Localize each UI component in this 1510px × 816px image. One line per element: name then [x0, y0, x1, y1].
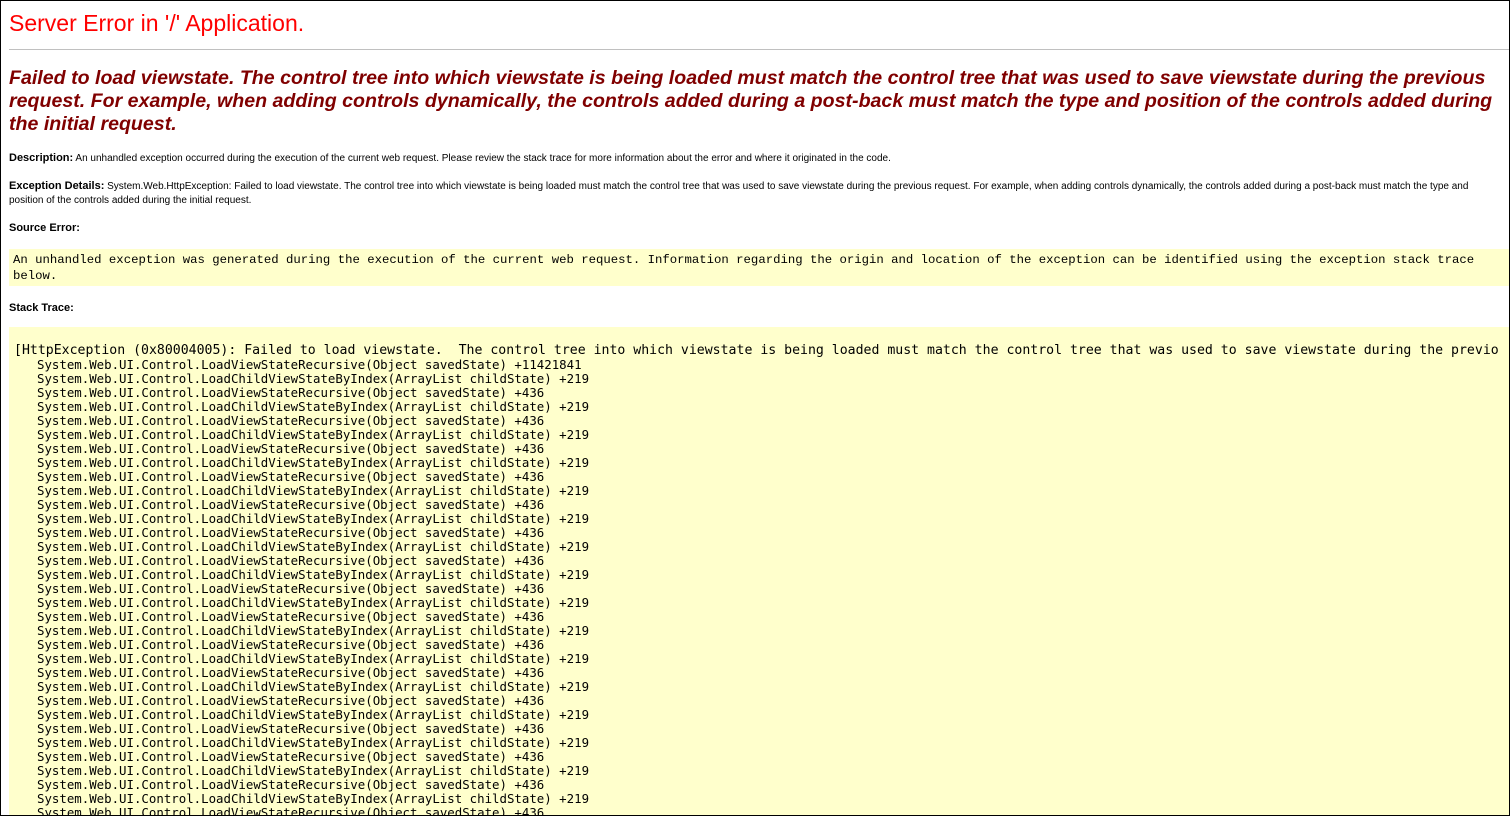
stack-trace-line: System.Web.UI.Control.LoadChildViewState…: [37, 427, 590, 442]
stack-trace-line: System.Web.UI.Control.LoadViewStateRecur…: [37, 525, 545, 540]
source-error-box: An unhandled exception was generated dur…: [9, 249, 1509, 286]
stack-trace-line: System.Web.UI.Control.LoadViewStateRecur…: [37, 777, 545, 792]
stack-trace-lines: System.Web.UI.Control.LoadViewStateRecur…: [37, 357, 590, 816]
browser-viewport: Server Error in '/' Application. Failed …: [0, 0, 1510, 816]
stack-trace-line: System.Web.UI.Control.LoadViewStateRecur…: [37, 413, 545, 428]
stack-trace-line: System.Web.UI.Control.LoadChildViewState…: [37, 735, 590, 750]
stack-trace-label: Stack Trace:: [9, 302, 74, 314]
source-error-label: Source Error:: [9, 222, 80, 234]
stack-trace-line: System.Web.UI.Control.LoadChildViewState…: [37, 511, 590, 526]
stack-trace-line: System.Web.UI.Control.LoadViewStateRecur…: [37, 497, 545, 512]
stack-trace-line: System.Web.UI.Control.LoadViewStateRecur…: [37, 553, 545, 568]
header-divider: [9, 49, 1509, 50]
stack-trace-line: System.Web.UI.Control.LoadChildViewState…: [37, 483, 590, 498]
stack-trace-line: System.Web.UI.Control.LoadChildViewState…: [37, 539, 590, 554]
stack-trace-line: System.Web.UI.Control.LoadViewStateRecur…: [37, 609, 545, 624]
stack-trace-line: System.Web.UI.Control.LoadViewStateRecur…: [37, 385, 545, 400]
exception-details-text: System.Web.HttpException: Failed to load…: [9, 181, 1469, 206]
stack-trace-line: System.Web.UI.Control.LoadViewStateRecur…: [37, 721, 545, 736]
stack-trace-line: System.Web.UI.Control.LoadChildViewState…: [37, 707, 590, 722]
error-page: Server Error in '/' Application. Failed …: [9, 1, 1509, 815]
stack-trace-line: System.Web.UI.Control.LoadChildViewState…: [37, 679, 590, 694]
source-error-section: Source Error:: [9, 221, 1505, 236]
error-message: Failed to load viewstate. The control tr…: [9, 67, 1493, 135]
stack-trace-line: System.Web.UI.Control.LoadChildViewState…: [37, 371, 590, 386]
stack-trace-section: Stack Trace:: [9, 301, 1505, 316]
description-section: Description: An unhandled exception occu…: [9, 151, 1505, 166]
stack-trace-line: System.Web.UI.Control.LoadViewStateRecur…: [37, 693, 545, 708]
source-error-text: An unhandled exception was generated dur…: [13, 253, 1482, 283]
stack-trace-line: System.Web.UI.Control.LoadViewStateRecur…: [37, 749, 545, 764]
stack-trace-line: System.Web.UI.Control.LoadChildViewState…: [37, 595, 590, 610]
page-title: Server Error in '/' Application.: [9, 10, 305, 36]
stack-trace-line: System.Web.UI.Control.LoadViewStateRecur…: [37, 357, 582, 372]
stack-trace-box: [HttpException (0x80004005): Failed to l…: [9, 327, 1509, 815]
stack-trace-line: System.Web.UI.Control.LoadChildViewState…: [37, 455, 590, 470]
stack-trace-line: System.Web.UI.Control.LoadViewStateRecur…: [37, 637, 545, 652]
stack-trace-line: System.Web.UI.Control.LoadViewStateRecur…: [37, 441, 545, 456]
stack-trace-line: System.Web.UI.Control.LoadViewStateRecur…: [37, 581, 545, 596]
stack-trace-header-line: [HttpException (0x80004005): Failed to l…: [14, 343, 1499, 358]
stack-trace-line: System.Web.UI.Control.LoadChildViewState…: [37, 623, 590, 638]
exception-details-label: Exception Details:: [9, 180, 105, 192]
stack-trace-line: System.Web.UI.Control.LoadViewStateRecur…: [37, 665, 545, 680]
stack-trace-line: System.Web.UI.Control.LoadViewStateRecur…: [37, 805, 545, 816]
description-label: Description:: [9, 152, 74, 164]
exception-details-section: Exception Details: System.Web.HttpExcept…: [9, 179, 1505, 208]
stack-trace-line: System.Web.UI.Control.LoadChildViewState…: [37, 763, 590, 778]
description-text: An unhandled exception occurred during t…: [73, 153, 891, 164]
stack-trace-line: System.Web.UI.Control.LoadChildViewState…: [37, 567, 590, 582]
stack-trace-line: System.Web.UI.Control.LoadViewStateRecur…: [37, 469, 545, 484]
stack-trace-line: System.Web.UI.Control.LoadChildViewState…: [37, 399, 590, 414]
stack-trace-line: System.Web.UI.Control.LoadChildViewState…: [37, 791, 590, 806]
stack-trace-line: System.Web.UI.Control.LoadChildViewState…: [37, 651, 590, 666]
